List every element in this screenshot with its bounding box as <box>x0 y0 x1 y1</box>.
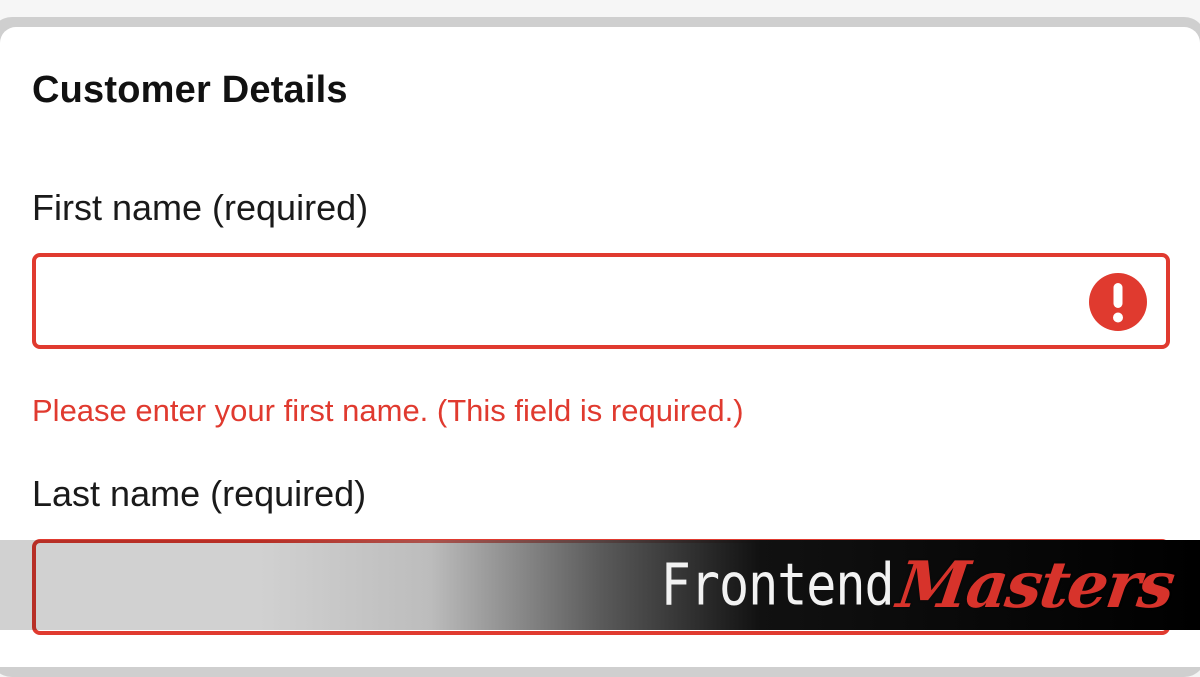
logo-text-masters: Masters <box>892 547 1178 623</box>
first-name-label: First name (required) <box>32 187 369 228</box>
form-heading: Customer Details <box>32 69 348 111</box>
first-name-input[interactable] <box>36 257 1166 345</box>
first-name-field-wrapper <box>32 253 1170 349</box>
last-name-label: Last name (required) <box>32 473 367 514</box>
logo-text-frontend: Frontend <box>660 551 895 619</box>
frontend-masters-logo: Frontend Masters <box>660 540 1177 630</box>
exclamation-circle-icon <box>1089 273 1147 331</box>
first-name-error-message: Please enter your first name. (This fiel… <box>32 393 744 428</box>
